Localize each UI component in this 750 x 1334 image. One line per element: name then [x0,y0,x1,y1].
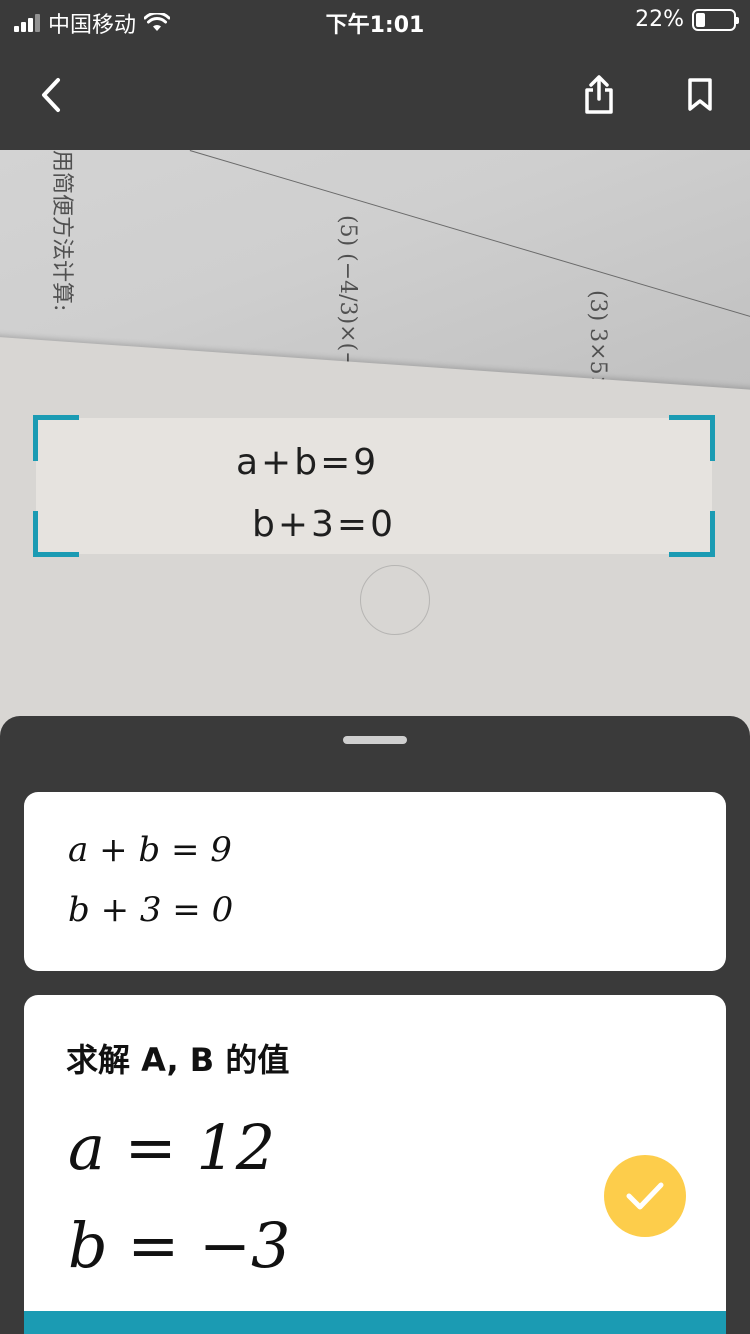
crop-corner-top-left[interactable] [33,415,79,461]
back-button[interactable] [26,70,76,120]
battery-percent: 22% [635,7,684,32]
handwritten-equation-1: a+b=9 [236,442,380,483]
handwritten-equation-2: b+3=0 [252,504,396,545]
book-text-fragment: 用简便方法计算: [49,150,74,312]
nav-bar [0,40,750,150]
confirm-button[interactable] [604,1155,686,1237]
bookmark-icon [688,78,712,111]
drag-handle[interactable] [343,736,407,744]
share-icon [585,75,613,114]
checkmark-icon [626,1182,664,1210]
crop-corner-bottom-left[interactable] [33,511,79,557]
recognized-equations-card[interactable]: a + b = 9 b + 3 = 0 [24,792,726,971]
result-sheet[interactable]: a + b = 9 b + 3 = 0 求解 A, B 的值 a = 12 b … [0,716,750,1334]
status-bar: 中国移动 下午1:01 22% [0,0,750,40]
pencil-doodle [360,565,430,635]
scan-frame[interactable]: a+b=9 b+3=0 [33,415,715,557]
bookmark-button[interactable] [675,70,725,120]
battery-icon [692,8,739,31]
solution-result-a: a = 12 [68,1111,276,1184]
recognized-equation-1: a + b = 9 [68,830,232,870]
battery-group: 22% [635,7,739,32]
recognized-equation-2: b + 3 = 0 [68,890,234,930]
solution-card[interactable]: 求解 A, B 的值 a = 12 b = −3 [24,995,726,1334]
bottom-action-bar[interactable] [24,1311,726,1334]
solution-result-b: b = −3 [68,1209,291,1282]
chevron-left-icon [42,78,60,112]
crop-corner-bottom-right[interactable] [669,511,715,557]
book-edge-line [189,150,750,328]
crop-corner-top-right[interactable] [669,415,715,461]
share-button[interactable] [574,70,624,120]
screen: 用简便方法计算: (5) (−4/3)×(−5/12 (3) 3×5×( a+b… [0,0,750,1334]
solution-title: 求解 A, B 的值 [66,1041,290,1079]
